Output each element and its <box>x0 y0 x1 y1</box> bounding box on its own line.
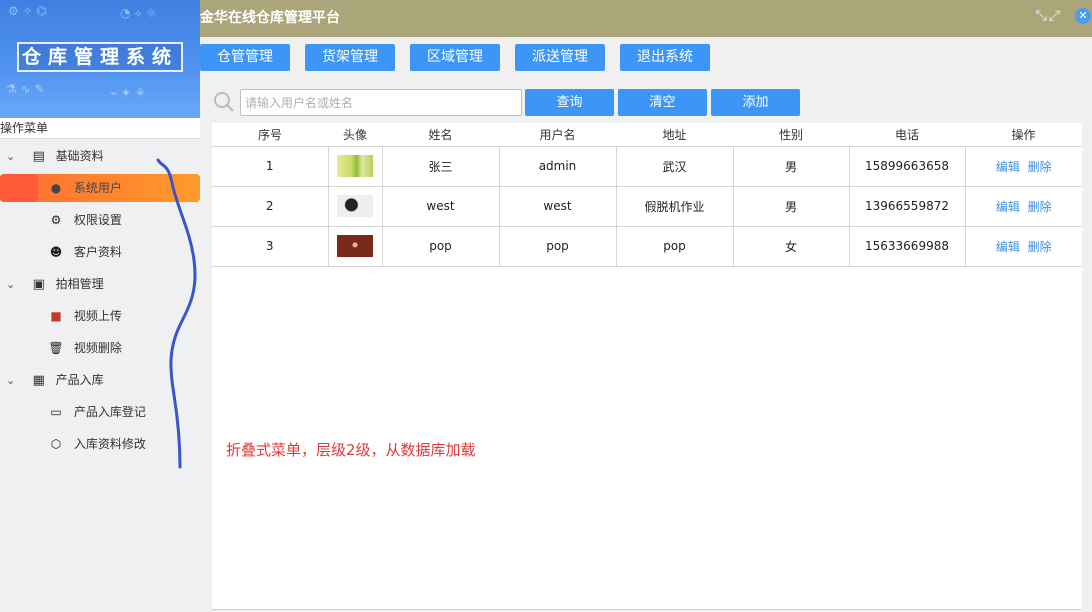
cell-no: 1 <box>212 145 329 186</box>
document-icon: ▤ <box>32 149 45 164</box>
users-icon: ☻ <box>49 245 63 259</box>
logo-title: 仓库管理系统 <box>17 42 183 72</box>
menu-group-label: 产品入库 <box>55 373 104 387</box>
user-table: 序号 头像 姓名 用户名 地址 性别 电话 操作 1 张三 admin 武汉 男… <box>212 123 1082 610</box>
menu-group-label: 基础资料 <box>55 149 104 163</box>
column-header: 用户名 <box>499 123 616 146</box>
table-row: 1 张三 admin 武汉 男 15899663658 编辑 删除 <box>212 145 1082 186</box>
column-header: 性别 <box>733 123 849 146</box>
box-icon: ⬡ <box>50 437 62 451</box>
clear-button[interactable]: 清空 <box>618 89 707 116</box>
menu-header: 操作菜单 <box>0 118 200 139</box>
query-button[interactable]: 查询 <box>525 89 614 116</box>
cell-no: 3 <box>212 225 329 267</box>
cell-username: admin <box>499 145 617 186</box>
avatar <box>337 195 373 217</box>
cell-gender: 男 <box>733 145 850 186</box>
chevron-down-icon: ⌄ <box>6 374 16 387</box>
table-header-row: 序号 头像 姓名 用户名 地址 性别 电话 操作 <box>212 123 1082 146</box>
menu-item-label: 权限设置 <box>73 213 122 227</box>
column-header: 姓名 <box>382 123 499 146</box>
column-header: 操作 <box>965 123 1082 146</box>
chevron-down-icon: ⌄ <box>6 150 16 163</box>
cell-gender: 男 <box>733 185 850 226</box>
menu-group-label: 拍相管理 <box>55 277 104 291</box>
add-button[interactable]: 添加 <box>711 89 800 116</box>
avatar-cell <box>328 185 383 226</box>
menu-item-label: 入库资料修改 <box>73 437 146 451</box>
chevron-down-icon: ⌄ <box>6 278 16 291</box>
trash-icon: 🗑 <box>48 341 64 355</box>
menu-item-label: 产品入库登记 <box>73 405 146 419</box>
delete-link[interactable]: 删除 <box>1028 200 1052 214</box>
close-icon[interactable]: ✕ <box>1075 8 1091 24</box>
menu-item-label: 客户资料 <box>73 245 122 259</box>
cell-actions: 编辑 删除 <box>965 185 1082 226</box>
search-input[interactable] <box>240 89 522 116</box>
menu-item-label: 系统用户 <box>73 181 122 195</box>
column-header: 地址 <box>616 123 733 146</box>
nav-shelf-button[interactable]: 货架管理 <box>305 44 395 71</box>
table-row: 3 pop pop pop 女 15633669988 编辑 删除 <box>212 225 1082 267</box>
cell-name: west <box>382 185 500 226</box>
column-header: 序号 <box>212 123 328 146</box>
nav-logout-button[interactable]: 退出系统 <box>620 44 710 71</box>
video-camera-icon: ■ <box>50 309 62 323</box>
cell-phone: 15633669988 <box>849 225 966 267</box>
cell-address: pop <box>616 225 734 267</box>
column-header: 头像 <box>328 123 382 146</box>
cell-name: pop <box>382 225 500 267</box>
user-icon: ● <box>50 181 62 195</box>
menu-item-label: 视频上传 <box>73 309 122 323</box>
title-bar: 金华在线仓库管理平台 ⤡⤢ ✕ <box>200 0 1092 37</box>
cell-address: 假脱机作业 <box>616 185 734 226</box>
search-icon <box>214 92 234 112</box>
minimize-icon[interactable]: ⤡⤢ <box>1036 8 1062 24</box>
cell-no: 2 <box>212 185 329 226</box>
cell-name: 张三 <box>382 145 500 186</box>
annotation-text: 折叠式菜单，层级2级，从数据库加载 <box>226 441 476 459</box>
cell-username: west <box>499 185 617 226</box>
cell-gender: 女 <box>733 225 850 267</box>
cell-actions: 编辑 删除 <box>965 145 1082 186</box>
delete-link[interactable]: 删除 <box>1028 160 1052 174</box>
nav-area-button[interactable]: 区域管理 <box>410 44 500 71</box>
cell-phone: 13966559872 <box>849 185 966 226</box>
logo-banner: ⚙ ✧ ⌬ ◔ ⟡ ☼ ⚗ ∿ ✎ ⌁ ✦ ⚘ 仓库管理系统 <box>0 0 200 118</box>
edit-link[interactable]: 编辑 <box>996 240 1020 254</box>
nav-delivery-button[interactable]: 派送管理 <box>515 44 605 71</box>
portrait-icon: ▣ <box>32 277 45 292</box>
edit-link[interactable]: 编辑 <box>996 160 1020 174</box>
main-content: 仓管管理 货架管理 区域管理 派送管理 退出系统 查询 清空 添加 序号 头像 … <box>200 37 1092 612</box>
avatar-cell <box>328 145 383 186</box>
delete-link[interactable]: 删除 <box>1028 240 1052 254</box>
cell-address: 武汉 <box>616 145 734 186</box>
cell-username: pop <box>499 225 617 267</box>
avatar <box>337 235 373 257</box>
pen-scribble-annotation <box>156 158 197 469</box>
edit-link[interactable]: 编辑 <box>996 200 1020 214</box>
avatar-cell <box>328 225 383 267</box>
table-row: 2 west west 假脱机作业 男 13966559872 编辑 删除 <box>212 185 1082 226</box>
app-title: 金华在线仓库管理平台 <box>200 10 340 26</box>
nav-warehouse-button[interactable]: 仓管管理 <box>200 44 290 71</box>
avatar <box>337 155 373 177</box>
sidebar: ⚙ ✧ ⌬ ◔ ⟡ ☼ ⚗ ∿ ✎ ⌁ ✦ ⚘ 仓库管理系统 操作菜单 ⌄ ▤ … <box>0 0 200 612</box>
cell-phone: 15899663658 <box>849 145 966 186</box>
register-icon: ▭ <box>50 405 62 419</box>
user-settings-icon: ⚙ <box>50 213 62 227</box>
cell-actions: 编辑 删除 <box>965 225 1082 267</box>
menu-item-label: 视频删除 <box>73 341 122 355</box>
column-header: 电话 <box>849 123 965 146</box>
warehouse-icon: ▦ <box>32 373 45 388</box>
